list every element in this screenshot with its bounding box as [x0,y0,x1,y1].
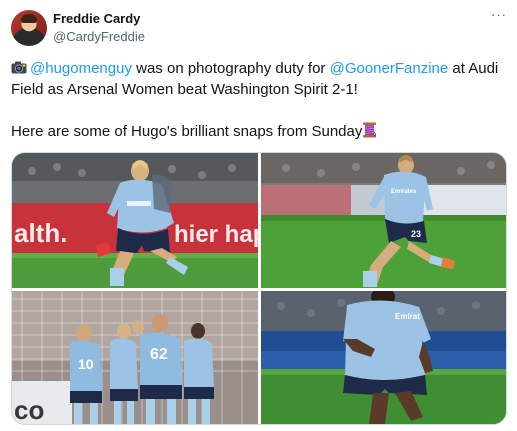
photo-2-image: Emirates 23 [261,153,506,288]
avatar-hair [21,14,37,23]
board-text-left: alth. [14,218,67,248]
photo-1-image: alth. hier happ [12,153,258,288]
shirt-sponsor: Emirates [391,189,417,195]
photo-grid: alth. hier happ [11,152,507,425]
author-handle[interactable]: @CardyFreddie [53,29,145,44]
mention-goonerfanzine[interactable]: @GoonerFanzine [330,60,449,77]
author-avatar[interactable] [11,10,47,46]
photo-4-image: Emirat [261,291,506,424]
shirt-number-10: 10 [78,356,94,372]
tweet-text: @hugomenguy was on photography duty for … [11,58,511,142]
more-options-icon[interactable]: ··· [489,8,509,24]
photo-3[interactable]: co 10 62 [12,291,258,425]
shirt-sponsor: Emirat [395,312,420,321]
tweet-text-segment: Here are some of Hugo's brilliant snaps … [11,123,363,140]
photo-2[interactable]: Emirates 23 [261,153,506,288]
mention-hugomenguy[interactable]: @hugomenguy [30,60,132,77]
photo-4[interactable]: Emirat [261,291,506,424]
author-name[interactable]: Freddie Cardy [53,11,140,26]
tweet-line-2: Field as Arsenal Women beat Washington S… [11,81,358,98]
tweet-line-3: Here are some of Hugo's brilliant snaps … [11,121,511,142]
thread-spool-icon [362,122,377,138]
shirt-number-62: 62 [150,346,168,363]
photo-1[interactable]: alth. hier happ [12,153,258,288]
board-text-right: hier happ [174,221,258,248]
tweet-line-1: @hugomenguy was on photography duty for … [11,58,511,79]
tweet-text-segment: at Audi [448,60,499,77]
photo-3-image: co 10 62 [12,291,258,425]
tweet-card: Freddie Cardy @CardyFreddie ··· @hugomen… [0,0,517,431]
shorts-number: 23 [411,229,421,239]
camera-with-flash-icon [11,61,27,74]
tweet-text-segment: was on photography duty for [131,60,330,77]
board-text: co [14,395,44,425]
